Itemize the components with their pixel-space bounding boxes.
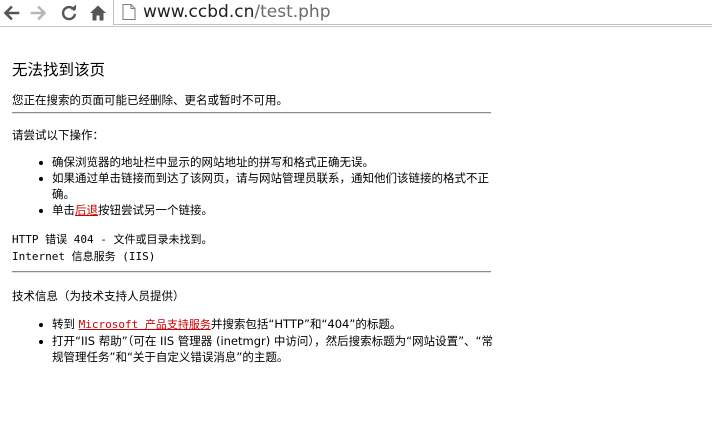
- http-error-line: HTTP 错误 404 - 文件或目录未找到。: [12, 233, 213, 246]
- support-link[interactable]: Microsoft 产品支持服务: [79, 318, 211, 331]
- divider: [12, 112, 491, 114]
- list-item: 转到 Microsoft 产品支持服务并搜索包括“HTTP”和“404”的标题。: [36, 316, 494, 333]
- page-icon: [122, 4, 136, 20]
- intro-text: 您正在搜索的页面可能已经删除、更名或暂时不可用。: [12, 93, 288, 107]
- list-item: 如果通过单击链接而到达了该网页，请与网站管理员联系，通知他们该链接的格式不正确。: [36, 170, 494, 202]
- tech-list: 转到 Microsoft 产品支持服务并搜索包括“HTTP”和“404”的标题。…: [36, 316, 494, 365]
- address-bar[interactable]: www.ccbd.cn/test.php: [113, 0, 712, 25]
- home-button[interactable]: [87, 2, 109, 24]
- url-path: /test.php: [254, 2, 331, 22]
- error-info: HTTP 错误 404 - 文件或目录未找到。 Internet 信息服务 (II…: [12, 231, 212, 265]
- forward-arrow-icon: [30, 5, 47, 21]
- list-item-text: 打开“IIS 帮助”（可在 IIS 管理器 (inetmgr) 中访问），然后搜…: [52, 334, 494, 364]
- back-arrow-icon: [3, 5, 20, 21]
- url-host: www.ccbd.cn: [143, 2, 255, 22]
- divider: [12, 271, 491, 273]
- page-title: 无法找到该页: [12, 61, 106, 79]
- list-item-text: 并搜索包括“HTTP”和“404”的标题。: [210, 317, 402, 331]
- back-link[interactable]: 后退: [75, 203, 98, 217]
- list-item-text: 如果通过单击链接而到达了该网页，请与网站管理员联系，通知他们该链接的格式不正确。: [52, 171, 489, 201]
- list-item-text: 转到: [52, 317, 79, 331]
- list-item-text: 按钮尝试另一个链接。: [98, 203, 213, 217]
- list-item-text: 单击: [52, 203, 75, 217]
- tech-heading: 技术信息（为技术支持人员提供）: [12, 289, 185, 303]
- home-icon: [90, 5, 106, 21]
- forward-button[interactable]: [28, 2, 50, 24]
- list-item: 确保浏览器的地址栏中显示的网站地址的拼写和格式正确无误。: [36, 154, 494, 170]
- back-button[interactable]: [0, 2, 22, 24]
- reload-icon: [61, 4, 77, 21]
- url-text[interactable]: www.ccbd.cn/test.php: [143, 0, 331, 24]
- list-item-text: 确保浏览器的地址栏中显示的网站地址的拼写和格式正确无误。: [52, 155, 374, 169]
- list-item: 单击后退按钮尝试另一个链接。: [36, 202, 494, 218]
- suggestion-list: 确保浏览器的地址栏中显示的网站地址的拼写和格式正确无误。 如果通过单击链接而到达…: [36, 154, 494, 218]
- browser-toolbar: www.ccbd.cn/test.php: [0, 0, 712, 27]
- server-line: Internet 信息服务 (IIS): [12, 250, 156, 263]
- try-heading: 请尝试以下操作：: [12, 128, 104, 142]
- list-item: 打开“IIS 帮助”（可在 IIS 管理器 (inetmgr) 中访问），然后搜…: [36, 333, 494, 365]
- reload-button[interactable]: [58, 2, 80, 24]
